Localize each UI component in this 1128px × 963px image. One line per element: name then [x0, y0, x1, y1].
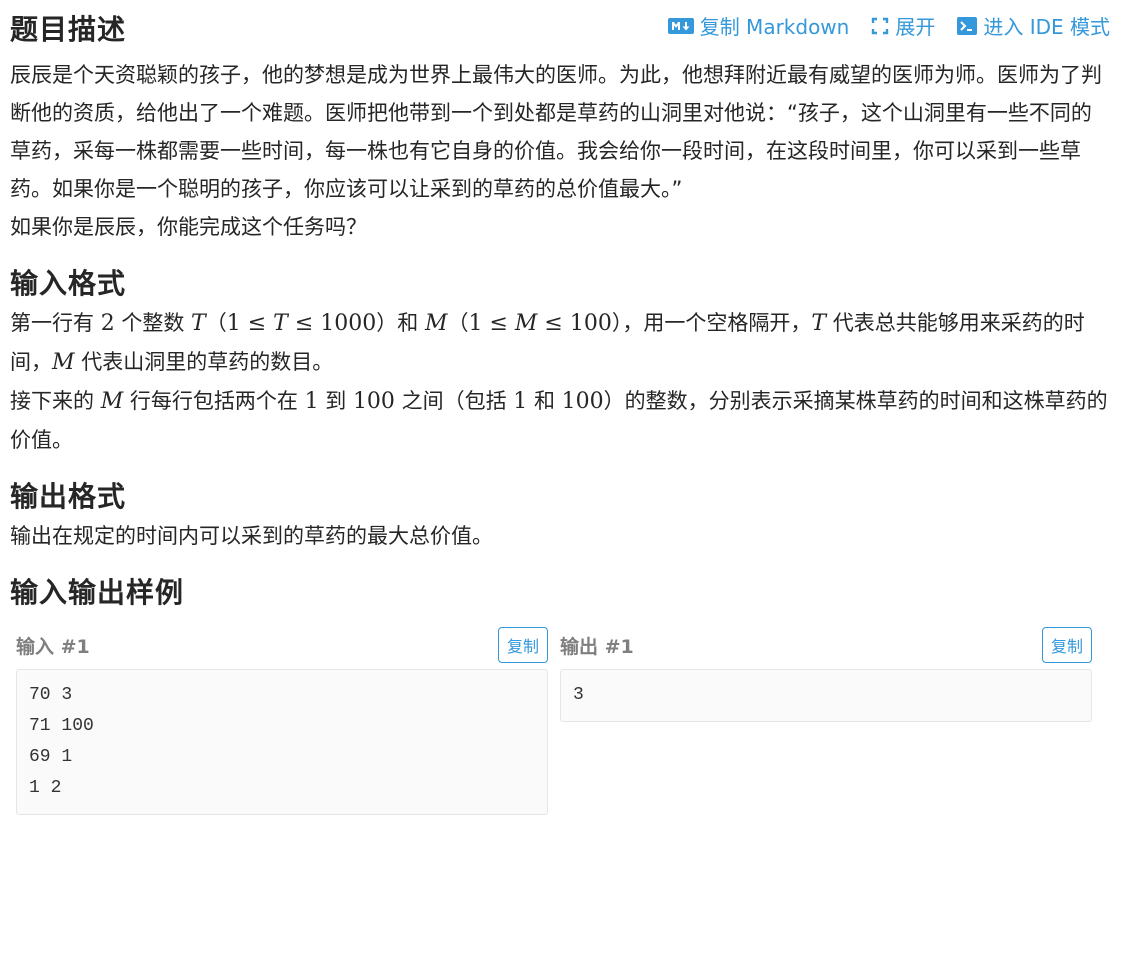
input-format-title: 输入格式	[10, 267, 127, 300]
text-segment: 行每行包括两个在	[123, 389, 305, 413]
sample-output-header: 输出 #1 复制	[560, 627, 1092, 663]
problem-page: 题目描述 复制 Markdown 展开 进入 IDE 模式 辰辰是个天资聪颖的孩…	[0, 0, 1110, 815]
ide-mode-button[interactable]: 进入 IDE 模式	[957, 11, 1110, 40]
math-variable: M	[424, 311, 448, 336]
expand-button[interactable]: 展开	[871, 11, 935, 40]
math-variable: M	[52, 350, 75, 375]
header-row: 题目描述 复制 Markdown 展开 进入 IDE 模式	[10, 0, 1110, 56]
copy-markdown-button[interactable]: 复制 Markdown	[667, 11, 850, 40]
number-segment: 1 ≤	[468, 311, 515, 336]
input-format-paragraph-1: 第一行有 2 个整数 T（1 ≤ T ≤ 1000）和 M（1 ≤ M ≤ 10…	[10, 304, 1110, 382]
code-line: 3	[573, 685, 584, 705]
math-variable: T	[811, 311, 827, 336]
number-segment: 1 ≤	[226, 311, 274, 336]
number-segment: 2	[100, 311, 115, 336]
text-segment: 个整数	[114, 311, 192, 335]
sample-input-label: 输入 #1	[16, 635, 90, 658]
expand-label: 展开	[895, 15, 936, 39]
code-line: 71 100	[29, 716, 94, 736]
samples-title: 输入输出样例	[10, 576, 185, 609]
number-segment: ≤ 100	[537, 311, 612, 336]
number-segment: 100	[561, 389, 604, 414]
input-format-paragraph-2: 接下来的 M 行每行包括两个在 1 到 100 之间（包括 1 和 100）的整…	[10, 382, 1110, 459]
toolbar: 复制 Markdown 展开 进入 IDE 模式	[667, 11, 1110, 40]
math-variable: M	[100, 389, 124, 414]
ide-mode-label: 进入 IDE 模式	[983, 15, 1110, 39]
math-variable: T	[273, 311, 288, 336]
output-format-paragraph: 输出在规定的时间内可以采到的草药的最大总价值。	[10, 524, 493, 548]
math-variable: M	[514, 311, 538, 336]
text-segment: 代表山洞里的草药的数目。	[74, 350, 334, 374]
copy-output-button[interactable]: 复制	[1041, 627, 1092, 663]
text-segment: ）和	[376, 311, 425, 335]
terminal-icon	[957, 16, 978, 35]
copy-markdown-label: 复制 Markdown	[699, 15, 850, 39]
output-format-title: 输出格式	[10, 480, 127, 513]
code-line: 1 2	[29, 778, 62, 798]
expand-icon	[871, 17, 889, 35]
sample-output: 输出 #1 复制 3	[560, 627, 1092, 815]
number-segment: 100	[352, 389, 395, 414]
number-segment: 1	[304, 389, 319, 414]
page-title: 题目描述	[10, 13, 127, 46]
text-segment: ），用一个空格隔开，	[611, 311, 812, 335]
description-paragraph: 辰辰是个天资聪颖的孩子，他的梦想是成为世界上最伟大的医师。为此，他想拜附近最有威…	[10, 63, 1102, 201]
markdown-icon	[667, 17, 694, 34]
sample-output-code: 3	[560, 669, 1092, 722]
copy-input-button[interactable]: 复制	[497, 627, 548, 663]
sample-input-header: 输入 #1 复制	[16, 627, 548, 663]
text-segment: （	[205, 311, 227, 335]
text-segment: 接下来的	[10, 389, 101, 413]
math-variable: T	[191, 311, 206, 336]
code-line: 70 3	[29, 685, 73, 705]
number-segment: 1	[513, 389, 528, 414]
sample-input-code: 70 3 71 100 69 1 1 2	[16, 669, 548, 815]
samples-container: 输入 #1 复制 70 3 71 100 69 1 1 2 输出 #1 复制 3	[10, 627, 1110, 815]
question-paragraph: 如果你是辰辰，你能完成这个任务吗？	[10, 215, 367, 239]
sample-output-label: 输出 #1	[560, 635, 634, 658]
number-segment: ≤ 1000	[287, 311, 377, 336]
text-segment: （	[447, 311, 469, 335]
text-segment: 之间（包括	[394, 389, 514, 413]
text-segment: 第一行有	[10, 311, 101, 335]
text-segment: 和	[527, 389, 562, 413]
code-line: 69 1	[29, 747, 73, 767]
text-segment: 到	[318, 389, 353, 413]
sample-input: 输入 #1 复制 70 3 71 100 69 1 1 2	[16, 627, 548, 815]
